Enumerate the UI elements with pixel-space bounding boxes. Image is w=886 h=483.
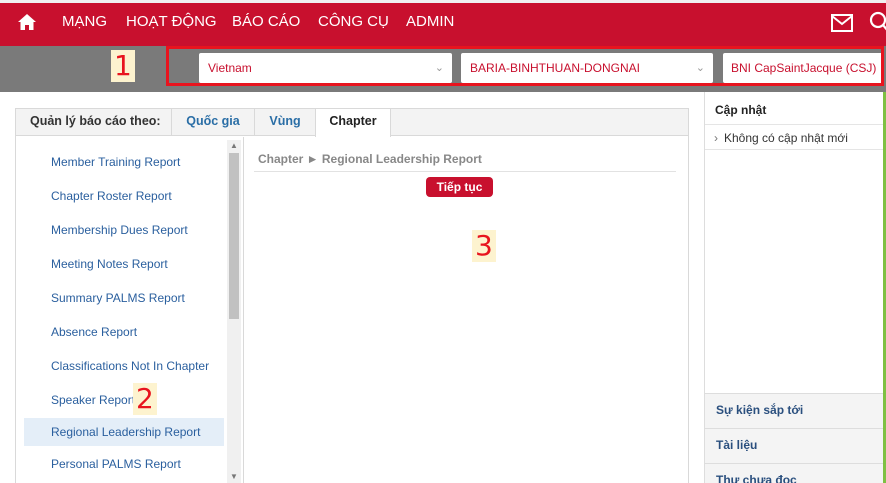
tab-chapter[interactable]: Chapter: [315, 109, 391, 137]
tab-region[interactable]: Vùng: [254, 109, 315, 136]
report-link[interactable]: Membership Dues Report: [24, 216, 224, 244]
updates-divider: [705, 124, 883, 125]
scroll-down-arrow-icon[interactable]: ▼: [230, 472, 238, 481]
continue-button[interactable]: Tiếp tục: [426, 177, 493, 197]
annotation-2: 2: [133, 383, 157, 415]
report-link[interactable]: Chapter Roster Report: [24, 182, 224, 210]
updates-title: Cập nhật: [715, 103, 767, 117]
nav-item-network[interactable]: MẠNG: [62, 13, 107, 31]
report-link[interactable]: Speaker Report: [24, 386, 224, 414]
breadcrumb: Chapter ► Regional Leadership Report: [258, 152, 482, 166]
mail-icon[interactable]: [831, 14, 853, 32]
report-link[interactable]: Meeting Notes Report: [24, 250, 224, 278]
report-link[interactable]: Personal PALMS Report: [24, 450, 224, 478]
scrollbar-thumb[interactable]: [229, 153, 239, 319]
report-link[interactable]: Regional Leadership Report: [24, 418, 224, 446]
report-link[interactable]: Summary PALMS Report: [24, 284, 224, 312]
report-link[interactable]: Member Training Report: [24, 148, 224, 176]
scroll-up-arrow-icon[interactable]: ▲: [230, 141, 238, 150]
panel-divider: [243, 137, 244, 483]
nav-item-admin[interactable]: ADMIN: [406, 13, 454, 31]
nav-item-activity[interactable]: HOẠT ĐỘNG: [126, 13, 217, 31]
sidebar-link-unread-messages[interactable]: Thư chưa đọc: [705, 463, 883, 483]
tab-country[interactable]: Quốc gia: [171, 109, 254, 136]
report-link[interactable]: Classifications Not In Chapter: [24, 352, 224, 380]
chevron-right-icon: ›: [714, 131, 718, 145]
annotation-frame-1: [166, 46, 884, 86]
updates-item: › Không có cập nhật mới: [714, 131, 848, 145]
tab-bar-label: Quản lý báo cáo theo:: [30, 114, 161, 128]
search-icon[interactable]: [869, 11, 886, 33]
breadcrumb-divider: [254, 171, 676, 172]
nav-item-reports[interactable]: BÁO CÁO: [232, 13, 300, 31]
annotation-3: 3: [472, 230, 496, 262]
nav-item-tools[interactable]: CÔNG CỤ: [318, 13, 389, 31]
updates-divider-bottom: [705, 149, 883, 150]
home-icon[interactable]: [17, 13, 37, 31]
report-link[interactable]: Absence Report: [24, 318, 224, 346]
annotation-1: 1: [111, 50, 135, 82]
sidebar-link-documents[interactable]: Tài liệu: [705, 428, 883, 463]
sidebar-link-upcoming-events[interactable]: Sự kiện sắp tới: [705, 393, 883, 428]
updates-item-text: Không có cập nhật mới: [724, 131, 848, 145]
